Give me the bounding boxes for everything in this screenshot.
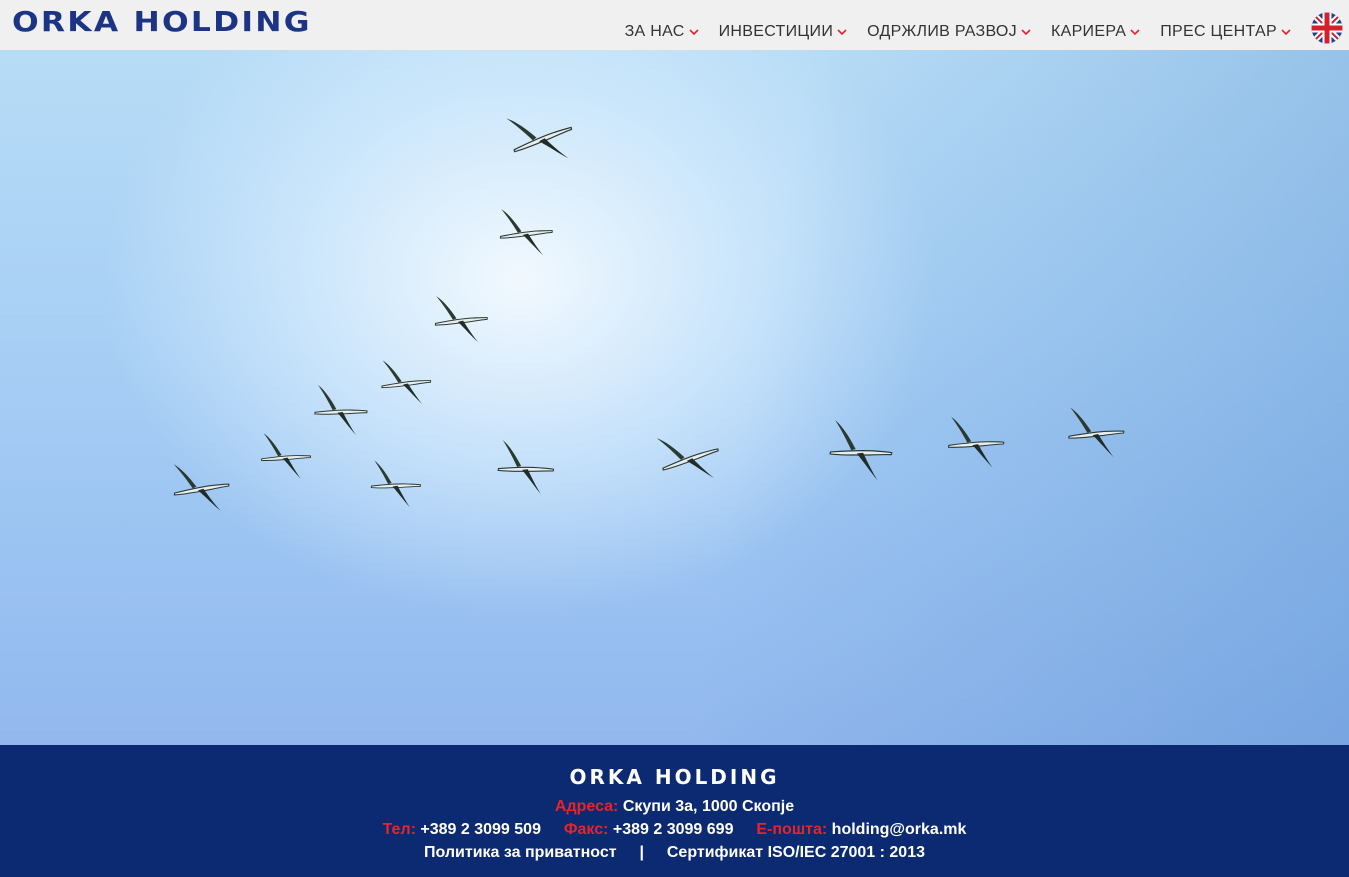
privacy-policy-link[interactable]: Политика за приватност <box>424 844 617 861</box>
site-header: ORKA HOLDING ЗА НАС ИНВЕСТИЦИИ ОДРЖЛИВ Р… <box>0 0 1349 50</box>
footer-address-line: Адреса: Скупи 3а, 1000 Скопје <box>0 797 1349 817</box>
hero-banner <box>0 50 1349 745</box>
stork-silhouette <box>947 416 1005 468</box>
chevron-down-icon <box>1130 29 1140 36</box>
phone-label: Тел: <box>382 821 416 838</box>
nav-item-sustainability[interactable]: ОДРЖЛИВ РАЗВОЈ <box>867 23 1031 41</box>
stork-silhouette <box>173 464 230 511</box>
phone-value[interactable]: +389 2 3099 509 <box>420 821 541 838</box>
footer-separator: | <box>639 844 644 861</box>
footer-contact-line: Тел: +389 2 3099 509 Факс: +389 2 3099 6… <box>0 820 1349 840</box>
address-value: Скупи 3а, 1000 Скопје <box>622 798 795 815</box>
main-nav: ЗА НАС ИНВЕСТИЦИИ ОДРЖЛИВ РАЗВОЈ КАРИЕРА… <box>625 20 1291 44</box>
stork-silhouette <box>381 360 432 404</box>
fax-value: +389 2 3099 699 <box>612 821 734 838</box>
stork-silhouette <box>829 420 893 481</box>
iso-certificate-link[interactable]: Сертификат ISO/IEC 27001 : 2013 <box>667 844 925 861</box>
stork-silhouette <box>656 438 719 479</box>
chevron-down-icon <box>1021 29 1031 36</box>
site-logo[interactable]: ORKA HOLDING <box>12 4 312 40</box>
chevron-down-icon <box>1281 29 1291 36</box>
nav-label: ОДРЖЛИВ РАЗВОЈ <box>867 23 1017 40</box>
stork-silhouette <box>499 209 553 256</box>
email-label: Е-пошта: <box>756 821 828 838</box>
nav-item-investments[interactable]: ИНВЕСТИЦИИ <box>719 23 848 41</box>
uk-flag-icon[interactable] <box>1311 12 1343 44</box>
nav-label: КАРИЕРА <box>1050 23 1127 40</box>
nav-item-career[interactable]: КАРИЕРА <box>1051 23 1140 41</box>
footer-links-line: Политика за приватност | Сертификат ISO/… <box>0 843 1349 863</box>
site-footer: ORKA HOLDING Адреса: Скупи 3а, 1000 Скоп… <box>0 745 1349 877</box>
nav-label: ПРЕС ЦЕНТАР <box>1160 23 1277 40</box>
nav-label: ЗА НАС <box>624 23 685 40</box>
address-label: Адреса: <box>554 798 619 815</box>
stork-silhouette <box>314 385 368 435</box>
footer-logo: ORKA HOLDING <box>569 765 780 789</box>
stork-silhouette <box>260 433 312 479</box>
stork-silhouette <box>506 118 573 159</box>
stork-silhouette <box>497 440 555 495</box>
chevron-down-icon <box>837 29 847 36</box>
nav-item-about[interactable]: ЗА НАС <box>625 23 699 41</box>
stork-silhouette <box>434 296 488 343</box>
stork-silhouette <box>1068 407 1125 458</box>
stork-flock-image <box>173 118 1125 511</box>
email-link[interactable]: holding@orka.mk <box>832 821 967 838</box>
chevron-down-icon <box>689 29 699 36</box>
stork-silhouette <box>370 460 422 508</box>
fax-label: Факс: <box>563 821 609 838</box>
nav-item-press-center[interactable]: ПРЕС ЦЕНТАР <box>1160 23 1291 41</box>
nav-label: ИНВЕСТИЦИИ <box>718 23 834 40</box>
